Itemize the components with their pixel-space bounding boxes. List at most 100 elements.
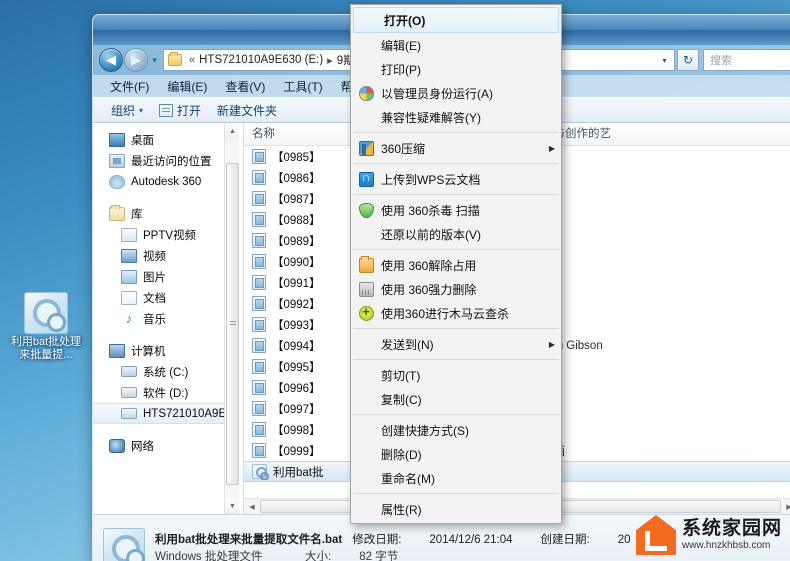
scroll-right-arrow-icon[interactable]: ▶ <box>781 499 790 514</box>
file-artist: Dan Gibson <box>542 339 603 352</box>
sidebar-item-label: Autodesk 360 <box>131 175 202 188</box>
menu-separator <box>353 414 559 415</box>
context-menu-item-compatibility-troubleshoot[interactable]: 兼容性疑难解答(Y) <box>351 105 561 129</box>
sidebar-item-libraries[interactable]: 库 <box>93 203 239 224</box>
details-modified-value: 2014/12/6 21:04 <box>429 533 513 546</box>
sidebar-item-documents[interactable]: 文档 <box>93 287 239 308</box>
new-folder-button[interactable]: 新建文件夹 <box>209 100 285 121</box>
file-name: 【0998】 <box>272 424 321 437</box>
sidebar-item-recent-places[interactable]: 最近访问的位置 <box>93 150 239 171</box>
file-name: 【0986】 <box>272 172 321 185</box>
menu-separator <box>353 132 559 133</box>
sidebar-item-computer[interactable]: 计算机 <box>93 340 239 361</box>
sidebar-item-desktop[interactable]: 桌面 <box>93 129 239 150</box>
scroll-up-arrow-icon[interactable]: ▲ <box>225 123 239 139</box>
file-name: 【0994】 <box>272 340 321 353</box>
mp3-icon <box>252 401 266 416</box>
context-menu-item-open[interactable]: 打开(O) <box>353 7 559 33</box>
gear-bat-icon <box>103 527 145 561</box>
sidebar-item-label: HTS721010A9E6 <box>143 407 233 420</box>
context-menu-item-360-cloud-trojan-scan[interactable]: 使用360进行木马云查杀 <box>351 301 561 325</box>
context-menu-item-delete[interactable]: 删除(D) <box>351 442 561 466</box>
breadcrumb-chevron[interactable]: ▸ <box>327 54 333 67</box>
computer-icon <box>109 343 125 358</box>
mp3-icon <box>252 212 266 227</box>
column-header-artists[interactable]: 参与创作的艺 <box>534 123 790 146</box>
sidebar-item-videos[interactable]: 视频 <box>93 245 239 266</box>
system-drive-icon <box>121 366 137 377</box>
mp3-icon <box>252 443 266 458</box>
refresh-icon[interactable]: ↻ <box>677 49 699 71</box>
bat-file-icon <box>252 464 269 480</box>
context-menu-item-properties[interactable]: 属性(R) <box>351 497 561 521</box>
scrollbar-thumb[interactable] <box>226 163 239 485</box>
context-menu-item-restore-previous-versions[interactable]: 还原以前的版本(V) <box>351 222 561 246</box>
context-menu-item-cut[interactable]: 剪切(T) <box>351 363 561 387</box>
360shredder-icon <box>358 281 374 297</box>
context-menu-item-run-as-admin[interactable]: 以管理员身份运行(A) <box>351 81 561 105</box>
context-menu-item-send-to[interactable]: 发送到(N) ▶ <box>351 332 561 356</box>
sidebar-item-label: 桌面 <box>131 134 154 147</box>
sidebar-item-drive-c[interactable]: 系统 (C:) <box>93 361 239 382</box>
context-menu-item-360zip[interactable]: 360压缩 ▶ <box>351 136 561 160</box>
music-icon: ♪ <box>125 310 133 326</box>
breadcrumb-drive[interactable]: HTS721010A9E630 (E:) <box>199 54 323 66</box>
back-button[interactable]: ◀ <box>99 48 123 72</box>
menu-tools[interactable]: 工具(T) <box>274 76 331 97</box>
desktop-icon-bat-file[interactable]: 利用bat批处理来批量提... <box>6 292 86 362</box>
column-header-name[interactable]: 名称 <box>244 123 349 146</box>
search-input[interactable]: 搜索 <box>703 49 790 71</box>
context-menu-item-360-force-delete[interactable]: 使用 360强力删除 <box>351 277 561 301</box>
context-menu-item-copy[interactable]: 复制(C) <box>351 387 561 411</box>
360unlock-folder-icon <box>358 255 374 273</box>
uac-shield-icon <box>358 85 374 101</box>
open-button[interactable]: 打开 <box>151 100 209 121</box>
chevron-down-icon[interactable]: ▾ <box>657 56 672 65</box>
context-menu-item-rename[interactable]: 重命名(M) <box>351 466 561 490</box>
mp3-icon <box>252 233 266 248</box>
sidebar-item-drive-e[interactable]: HTS721010A9E6 <box>93 403 239 424</box>
details-created-label: 创建日期: <box>540 533 590 546</box>
file-name: 【0992】 <box>272 298 321 311</box>
sidebar-item-network[interactable]: 网络 <box>93 435 239 456</box>
menu-edit[interactable]: 编辑(E) <box>158 76 216 97</box>
documents-icon <box>121 290 137 305</box>
sidebar-item-autodesk360[interactable]: Autodesk 360 <box>93 171 239 192</box>
desktop-icon-label: 利用bat批处理来批量提... <box>10 336 82 361</box>
video-icon <box>121 248 137 263</box>
details-text: 利用bat批处理来批量提取文件名.bat 修改日期: 2014/12/6 21:… <box>155 532 631 561</box>
navigation-tree: 桌面 最近访问的位置 Autodesk 360 库 PPTV视频 视频 图片 文… <box>93 123 239 456</box>
menu-view[interactable]: 查看(V) <box>216 76 274 97</box>
scroll-left-arrow-icon[interactable]: ◀ <box>244 499 260 514</box>
forward-button[interactable]: ▶ <box>124 48 148 72</box>
mp3-icon <box>252 338 266 353</box>
cloud-icon <box>109 174 125 189</box>
menu-separator <box>353 163 559 164</box>
context-menu-item-360-scan[interactable]: 使用 360杀毒 扫描 <box>351 198 561 222</box>
breadcrumb-overflow[interactable]: « <box>189 54 195 66</box>
menu-separator <box>353 493 559 494</box>
context-menu-item-print[interactable]: 打印(P) <box>351 57 561 81</box>
menu-separator <box>353 194 559 195</box>
file-name: 【0999】 <box>272 445 321 458</box>
recent-pages-button[interactable]: ▾ <box>148 55 161 66</box>
organize-label: 组织 <box>111 103 136 118</box>
open-label: 打开 <box>177 103 202 118</box>
scroll-down-arrow-icon[interactable]: ▼ <box>225 498 239 514</box>
context-menu-item-create-shortcut[interactable]: 创建快捷方式(S) <box>351 418 561 442</box>
sidebar-item-music[interactable]: ♪ 音乐 <box>93 308 239 329</box>
context-menu: 打开(O) 编辑(E) 打印(P) 以管理员身份运行(A) 兼容性疑难解答(Y)… <box>350 4 562 524</box>
file-name: 【0988】 <box>272 214 321 227</box>
sidebar-item-pptv[interactable]: PPTV视频 <box>93 224 239 245</box>
sidebar-item-drive-d[interactable]: 软件 (D:) <box>93 382 239 403</box>
sidebar-item-pictures[interactable]: 图片 <box>93 266 239 287</box>
nav-pane-scrollbar[interactable]: ▲ ▼ <box>224 123 239 514</box>
context-menu-item-upload-wps[interactable]: 上传到WPS云文档 <box>351 167 561 191</box>
context-menu-item-edit[interactable]: 编辑(E) <box>351 33 561 57</box>
context-menu-item-360-unlock[interactable]: 使用 360解除占用 <box>351 253 561 277</box>
organize-button[interactable]: 组织 ▾ <box>103 100 151 121</box>
360cloudkill-icon <box>358 304 374 321</box>
details-size-label: 大小: <box>305 550 332 561</box>
menu-file[interactable]: 文件(F) <box>101 76 158 97</box>
